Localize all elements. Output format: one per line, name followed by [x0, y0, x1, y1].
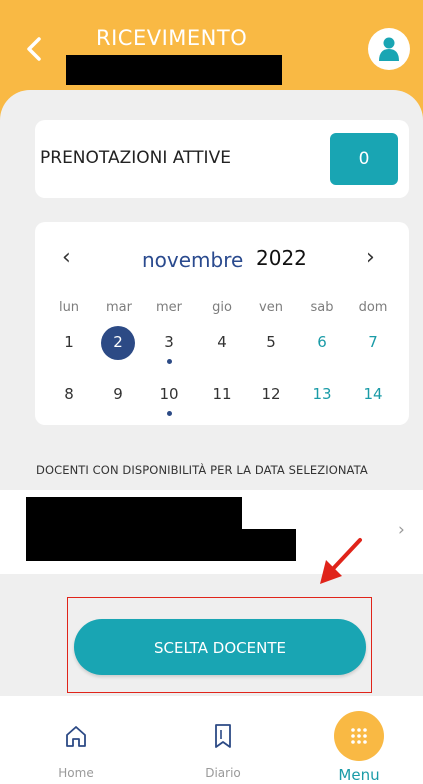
weekday-fri: ven	[259, 300, 283, 315]
calendar-day[interactable]: 3	[149, 333, 189, 351]
calendar-day[interactable]: 8	[49, 385, 89, 403]
nav-menu-label[interactable]: Menu	[314, 766, 404, 784]
grid-dots-icon	[351, 728, 367, 744]
calendar-day-selected[interactable]: 2	[98, 333, 138, 351]
calendar-day[interactable]: 5	[251, 333, 291, 351]
home-icon[interactable]	[63, 723, 89, 749]
nav-diary-label[interactable]: Diario	[178, 766, 268, 780]
redacted-teacher-name	[26, 497, 242, 529]
active-bookings-count[interactable]: 0	[330, 133, 398, 185]
calendar-day[interactable]: 12	[251, 385, 291, 403]
choose-teacher-button[interactable]: SCELTA DOCENTE	[74, 619, 366, 675]
calendar-day-weekend[interactable]: 13	[302, 385, 342, 403]
weekday-sat: sab	[310, 300, 334, 315]
calendar-day[interactable]: 11	[202, 385, 242, 403]
back-button[interactable]	[26, 36, 48, 66]
redacted-teacher-detail	[26, 529, 296, 561]
calendar-day-weekend[interactable]: 6	[302, 333, 342, 351]
weekday-wed: mer	[155, 300, 182, 315]
page-title: RICEVIMENTO	[96, 26, 248, 50]
calendar-day[interactable]: 1	[49, 333, 89, 351]
calendar-day[interactable]: 10	[149, 385, 189, 403]
availability-dot	[167, 359, 172, 364]
nav-home-label[interactable]: Home	[31, 766, 121, 780]
menu-button[interactable]	[334, 711, 384, 761]
calendar-prev-button[interactable]: ‹	[62, 245, 71, 270]
weekday-tue: mar	[106, 300, 132, 315]
calendar-day[interactable]: 4	[202, 333, 242, 351]
user-icon	[379, 37, 399, 61]
weekday-sun: dom	[358, 300, 388, 315]
redacted-name	[66, 55, 282, 85]
weekday-mon: lun	[58, 300, 80, 315]
weekday-thu: gio	[212, 300, 232, 315]
calendar-next-button[interactable]: ›	[366, 245, 375, 270]
calendar-year: 2022	[256, 246, 307, 270]
active-bookings-label: PRENOTAZIONI ATTIVE	[40, 148, 231, 168]
availability-dot	[167, 411, 172, 416]
chevron-right-icon: ›	[398, 520, 405, 540]
annotation-arrow-icon	[320, 538, 362, 584]
teachers-section-label: DOCENTI CON DISPONIBILITÀ PER LA DATA SE…	[36, 463, 368, 477]
calendar-day[interactable]: 9	[98, 385, 138, 403]
calendar-day-weekend[interactable]: 14	[353, 385, 393, 403]
diary-icon[interactable]	[211, 722, 235, 750]
calendar-month: novembre	[142, 248, 244, 272]
chevron-left-icon	[27, 37, 41, 61]
profile-button[interactable]	[368, 28, 410, 70]
calendar-day-weekend[interactable]: 7	[353, 333, 393, 351]
